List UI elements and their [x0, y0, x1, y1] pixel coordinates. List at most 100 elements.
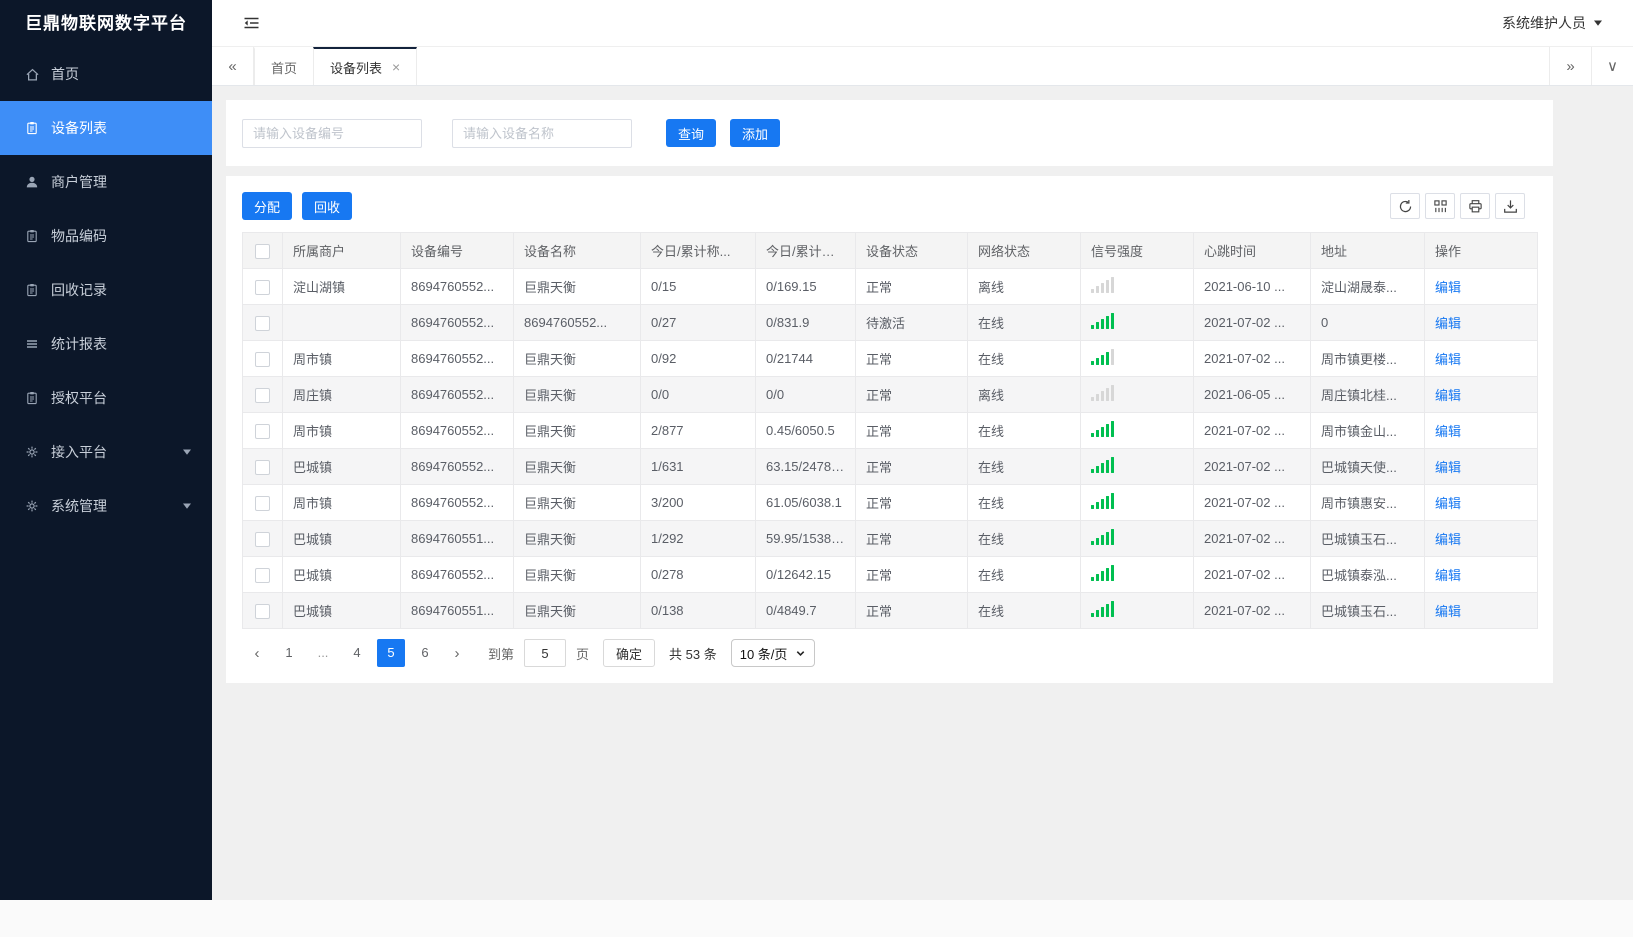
edit-link[interactable]: 编辑 — [1435, 604, 1461, 619]
cell-device-status: 正常 — [855, 592, 968, 629]
cell-merchant: 淀山湖镇 — [282, 268, 401, 305]
cell-device-status: 正常 — [855, 556, 968, 593]
goto-page-input[interactable] — [524, 639, 567, 667]
cell-device-status: 正常 — [855, 376, 968, 413]
sidebar-item-merchant-mgmt[interactable]: 商户管理 — [0, 155, 212, 209]
edit-link[interactable]: 编辑 — [1435, 352, 1461, 367]
page-button-4[interactable]: 4 — [343, 639, 371, 667]
clipboard-icon — [25, 121, 41, 135]
table-panel: 分配 回收 所属商户 设备编号 设备名称 今日/累计称... 今日/累计重...… — [226, 176, 1553, 683]
tab-home[interactable]: 首页 — [254, 47, 315, 85]
table-row: 巴城镇 8694760551... 巨鼎天衡 1/292 59.95/15382… — [242, 520, 1538, 557]
edit-link[interactable]: 编辑 — [1435, 388, 1461, 403]
page-size-select[interactable]: 10 条/页 — [730, 639, 816, 667]
cell-today-weight: 61.05/6038.1 — [755, 484, 856, 521]
row-checkbox[interactable] — [255, 567, 270, 583]
page-button-1[interactable]: 1 — [275, 639, 303, 667]
query-button[interactable]: 查询 — [666, 119, 717, 147]
edit-link[interactable]: 编辑 — [1435, 280, 1461, 295]
cell-today-count: 1/631 — [640, 448, 756, 485]
cell-address: 巴城镇玉石... — [1310, 520, 1425, 557]
tabs-scroll-left-icon[interactable]: « — [212, 47, 254, 85]
page-button-5[interactable]: 5 — [377, 639, 405, 667]
table-row: 周市镇 8694760552... 巨鼎天衡 0/92 0/21744 正常 在… — [242, 340, 1538, 377]
device-name-input[interactable] — [452, 118, 632, 148]
row-checkbox[interactable] — [255, 279, 270, 295]
add-button[interactable]: 添加 — [730, 119, 781, 147]
cell-network-status: 离线 — [967, 376, 1081, 413]
row-checkbox[interactable] — [255, 531, 270, 547]
next-page-icon[interactable]: › — [442, 639, 472, 667]
sidebar-item-home[interactable]: 首页 — [0, 47, 212, 101]
cell-actions: 编辑 — [1424, 304, 1538, 341]
columns-button[interactable] — [1425, 193, 1455, 219]
row-checkbox[interactable] — [255, 423, 270, 439]
edit-link[interactable]: 编辑 — [1435, 424, 1461, 439]
page-list: 1... 4 5 6 — [272, 639, 442, 667]
chevron-down-icon — [795, 648, 806, 659]
sidebar-item-item-code[interactable]: 物品编码 — [0, 209, 212, 263]
device-no-input[interactable] — [242, 118, 422, 148]
cell-actions: 编辑 — [1424, 268, 1538, 305]
sidebar-item-auth-platform[interactable]: 授权平台 — [0, 371, 212, 425]
cell-device-no: 8694760552... — [400, 448, 514, 485]
cell-device-status: 待激活 — [855, 304, 968, 341]
confirm-button[interactable]: 确定 — [603, 639, 656, 667]
tab-device-list[interactable]: 设备列表 × — [313, 47, 418, 85]
collapse-menu-icon[interactable] — [242, 15, 261, 31]
row-checkbox[interactable] — [255, 495, 270, 511]
user-menu[interactable]: 系统维护人员 — [1502, 13, 1603, 33]
lines-icon — [25, 337, 41, 351]
row-checkbox[interactable] — [255, 315, 270, 331]
tabs-scroll-right-icon[interactable]: » — [1549, 47, 1591, 85]
cell-signal — [1080, 520, 1194, 557]
cell-network-status: 在线 — [967, 556, 1081, 593]
sidebar-item-system-mgmt[interactable]: 系统管理 — [0, 479, 212, 533]
cell-device-status: 正常 — [855, 340, 968, 377]
refresh-icon — [1398, 199, 1413, 214]
columns-icon — [1433, 199, 1448, 214]
edit-link[interactable]: 编辑 — [1435, 316, 1461, 331]
row-checkbox[interactable] — [255, 603, 270, 619]
prev-page-icon[interactable]: ‹ — [242, 639, 272, 667]
edit-link[interactable]: 编辑 — [1435, 496, 1461, 511]
edit-link[interactable]: 编辑 — [1435, 460, 1461, 475]
page-button-6[interactable]: 6 — [411, 639, 439, 667]
table-row: 淀山湖镇 8694760552... 巨鼎天衡 0/15 0/169.15 正常… — [242, 268, 1538, 305]
table-row: 周市镇 8694760552... 巨鼎天衡 2/877 0.45/6050.5… — [242, 412, 1538, 449]
cell-device-status: 正常 — [855, 484, 968, 521]
sidebar-item-device-list[interactable]: 设备列表 — [0, 101, 212, 155]
assign-button[interactable]: 分配 — [242, 192, 293, 220]
table-row: 巴城镇 8694760552... 巨鼎天衡 1/631 63.15/24785… — [242, 448, 1538, 485]
tabs-menu-icon[interactable]: ∨ — [1591, 47, 1633, 85]
cell-heartbeat: 2021-07-02 ... — [1193, 520, 1311, 557]
table-body: 淀山湖镇 8694760552... 巨鼎天衡 0/15 0/169.15 正常… — [242, 268, 1538, 629]
row-checkbox[interactable] — [255, 387, 270, 403]
export-button[interactable] — [1495, 193, 1525, 219]
cell-today-weight: 0/12642.15 — [755, 556, 856, 593]
sidebar-item-stats-report[interactable]: 统计报表 — [0, 317, 212, 371]
row-checkbox[interactable] — [255, 459, 270, 475]
table-row: 周庄镇 8694760552... 巨鼎天衡 0/0 0/0 正常 离线 202… — [242, 376, 1538, 413]
column-header: 今日/累计重... — [755, 232, 856, 269]
cell-device-name: 8694760552... — [513, 304, 641, 341]
edit-link[interactable]: 编辑 — [1435, 568, 1461, 583]
close-icon[interactable]: × — [392, 60, 400, 74]
refresh-button[interactable] — [1390, 193, 1420, 219]
sidebar-item-recycle-record[interactable]: 回收记录 — [0, 263, 212, 317]
signal-strength-icon — [1091, 601, 1114, 617]
cell-merchant: 巴城镇 — [282, 448, 401, 485]
recycle-button[interactable]: 回收 — [302, 192, 353, 220]
signal-strength-icon — [1091, 313, 1114, 329]
table-row: 巴城镇 8694760552... 巨鼎天衡 0/278 0/12642.15 … — [242, 556, 1538, 593]
cell-heartbeat: 2021-07-02 ... — [1193, 304, 1311, 341]
select-all-checkbox[interactable] — [255, 243, 270, 259]
cell-address: 巴城镇泰泓... — [1310, 556, 1425, 593]
tab-spacer — [416, 47, 1549, 85]
print-button[interactable] — [1460, 193, 1490, 219]
cell-device-name: 巨鼎天衡 — [513, 268, 641, 305]
edit-link[interactable]: 编辑 — [1435, 532, 1461, 547]
sidebar-item-access-platform[interactable]: 接入平台 — [0, 425, 212, 479]
row-checkbox[interactable] — [255, 351, 270, 367]
cell-heartbeat: 2021-07-02 ... — [1193, 592, 1311, 629]
